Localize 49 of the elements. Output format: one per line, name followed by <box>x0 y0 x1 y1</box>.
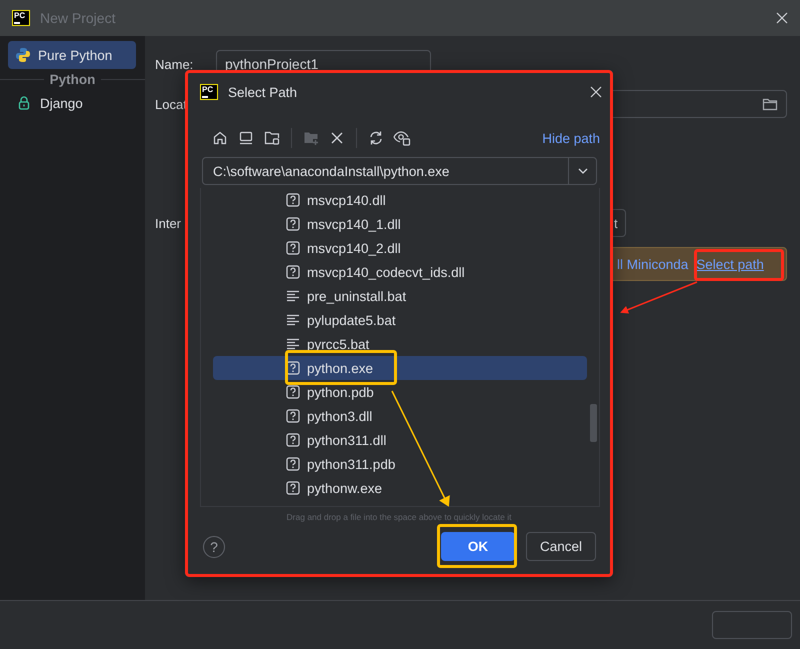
interpreter-button[interactable]: t <box>613 209 626 237</box>
text-file-icon <box>286 313 300 327</box>
file-row[interactable]: pre_uninstall.bat <box>213 284 587 308</box>
file-row[interactable]: msvcp140_1.dll <box>213 212 587 236</box>
close-icon[interactable] <box>776 12 788 24</box>
group-heading: Python <box>50 72 96 86</box>
window-title: New Project <box>40 10 116 26</box>
cancel-button[interactable]: Cancel <box>526 532 596 561</box>
file-icon <box>286 361 300 375</box>
file-row[interactable]: msvcp140.dll <box>213 188 587 212</box>
dialog-title: Select Path <box>228 84 298 100</box>
ok-button[interactable]: OK <box>441 532 515 561</box>
scrollbar-thumb[interactable] <box>590 404 597 442</box>
app-logo: PC <box>12 10 30 26</box>
lock-icon <box>18 96 30 110</box>
file-icon <box>286 433 300 447</box>
file-icon <box>286 385 300 399</box>
file-icon <box>286 457 300 471</box>
file-icon <box>286 265 300 279</box>
field-label: Inter <box>155 216 182 230</box>
help-button[interactable]: ? <box>203 536 225 558</box>
folder-icon[interactable] <box>762 97 778 111</box>
hint-text: Drag and drop a file into the space above to quickly locate it <box>286 511 512 524</box>
file-row[interactable]: msvcp140_codecvt_ids.dll <box>213 260 587 284</box>
file-row[interactable]: msvcp140_2.dll <box>213 236 587 260</box>
file-row[interactable]: python.exe <box>213 356 587 380</box>
file-icon <box>286 241 300 255</box>
file-row[interactable]: python311.pdb <box>213 452 587 476</box>
python-icon <box>15 47 31 63</box>
file-icon <box>286 193 300 207</box>
file-row[interactable]: pyrcc5.bat <box>213 332 587 356</box>
file-icon <box>286 409 300 423</box>
close-icon[interactable] <box>590 86 602 98</box>
file-row[interactable]: python3.dll <box>213 404 587 428</box>
text-file-icon <box>286 289 300 303</box>
text-file-icon <box>286 337 300 351</box>
field-label: Name: <box>155 56 194 72</box>
file-row[interactable]: pythonw.exe <box>213 476 587 500</box>
path-field[interactable]: C:\software\anacondaInstall\python.exe <box>202 157 597 185</box>
file-icon <box>286 217 300 231</box>
sidebar-item[interactable]: Pure Python <box>8 41 136 69</box>
file-row[interactable]: pylupdate5.bat <box>213 308 587 332</box>
app-logo: PC <box>200 84 218 100</box>
file-row[interactable]: python311.dll <box>213 428 587 452</box>
file-icon <box>286 481 300 495</box>
sidebar-item[interactable]: Django <box>8 89 136 117</box>
hide-path-link[interactable]: Hide path <box>542 130 600 146</box>
file-row[interactable]: python.pdb <box>213 380 587 404</box>
chevron-icon[interactable] <box>576 167 588 175</box>
